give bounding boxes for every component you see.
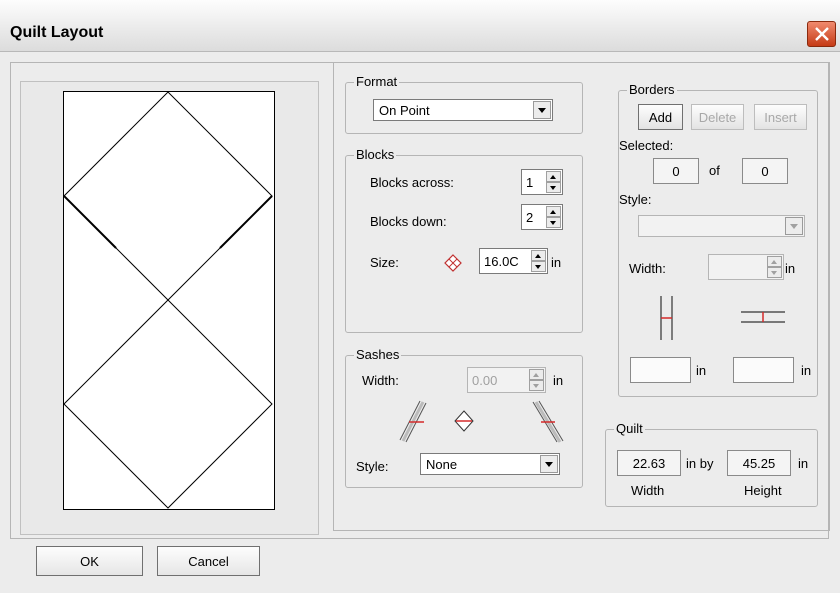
spin-down-icon[interactable] (546, 182, 561, 193)
quilt-width-caption: Width (631, 483, 665, 498)
cancel-button[interactable]: Cancel (157, 546, 260, 576)
sash-width-stepper[interactable]: 0.00 (467, 367, 546, 393)
quilt-preview-drawing (64, 92, 273, 509)
block-size-unit: in (551, 255, 562, 270)
border-width-stepper[interactable] (708, 254, 784, 280)
on-point-block-icon (444, 254, 462, 272)
sash-style-value: None (426, 457, 458, 472)
close-button[interactable] (807, 21, 836, 47)
border-selected-label: Selected: (619, 138, 674, 153)
border-selected-value: 0 (653, 158, 699, 184)
blocks-legend: Blocks (354, 147, 397, 162)
format-select[interactable]: On Point (373, 99, 553, 121)
blocks-down-stepper[interactable]: 2 (521, 204, 563, 230)
block-size-value: 16.0C (484, 254, 519, 269)
add-border-button[interactable]: Add (638, 104, 683, 130)
quilt-preview (63, 91, 275, 510)
sash-width-unit: in (553, 373, 564, 388)
spin-up-icon[interactable] (531, 250, 546, 261)
sash-style-select[interactable]: None (420, 453, 560, 475)
blocks-across-stepper[interactable]: 1 (521, 169, 563, 195)
quilt-height-value: 45.25 (727, 450, 791, 476)
sash-center-icon[interactable] (453, 410, 475, 432)
format-group: Format On Point (345, 74, 583, 134)
block-size-stepper[interactable]: 16.0C (479, 248, 548, 274)
sash-width-label: Width: (362, 373, 399, 388)
border-style-label: Style: (619, 192, 652, 207)
window-title: Quilt Layout (10, 24, 104, 41)
quilt-height-unit: in (798, 456, 809, 471)
blocks-across-value: 1 (526, 175, 534, 190)
border-horizontal-icon[interactable] (739, 307, 787, 331)
border-vertical-unit: in (696, 363, 707, 378)
spin-up-icon[interactable] (767, 256, 782, 267)
spin-up-icon[interactable] (529, 369, 544, 380)
border-width-unit: in (785, 261, 796, 276)
spin-up-icon[interactable] (546, 171, 561, 182)
border-vertical-icon[interactable] (656, 294, 678, 342)
ok-button[interactable]: OK (36, 546, 143, 576)
blocks-group: Blocks Blocks across: 1 Blocks down: 2 S… (345, 147, 583, 333)
sash-style-label: Style: (356, 459, 389, 474)
border-style-select[interactable] (638, 215, 805, 237)
chevron-down-icon[interactable] (533, 101, 551, 119)
border-vertical-width-field[interactable] (630, 357, 691, 383)
blocks-down-value: 2 (526, 210, 534, 225)
spin-down-icon[interactable] (546, 217, 561, 228)
borders-group: Borders Add Delete Insert Selected: 0 of… (618, 82, 818, 397)
spin-down-icon[interactable] (531, 261, 546, 272)
block-size-label: Size: (370, 255, 399, 270)
blocks-down-label: Blocks down: (370, 214, 447, 229)
borders-legend: Borders (627, 82, 677, 97)
border-total-value: 0 (742, 158, 788, 184)
quilt-group: Quilt 22.63 in by 45.25 in Width Height (605, 421, 818, 507)
preview-block-2 (64, 299, 273, 509)
chevron-down-icon[interactable] (540, 455, 558, 473)
quilt-height-caption: Height (744, 483, 782, 498)
border-width-label: Width: (629, 261, 666, 276)
sash-width-value: 0.00 (472, 373, 498, 388)
spin-up-icon[interactable] (546, 206, 561, 217)
delete-border-button[interactable]: Delete (691, 104, 744, 130)
quilt-legend: Quilt (614, 421, 645, 436)
border-horizontal-unit: in (801, 363, 812, 378)
chevron-down-icon[interactable] (785, 217, 803, 235)
blocks-across-label: Blocks across: (370, 175, 454, 190)
border-horizontal-width-field[interactable] (733, 357, 794, 383)
border-of-label: of (709, 163, 720, 178)
format-legend: Format (354, 74, 400, 89)
quilt-by-label: in by (686, 456, 714, 471)
format-select-value: On Point (379, 103, 430, 118)
sashes-legend: Sashes (354, 347, 402, 362)
close-icon (815, 27, 829, 41)
sash-right-icon[interactable] (529, 400, 569, 446)
insert-border-button[interactable]: Insert (754, 104, 807, 130)
title-bar: Quilt Layout (0, 0, 840, 52)
spin-down-icon[interactable] (767, 267, 782, 278)
preview-block-1 (64, 92, 273, 301)
sashes-group: Sashes Width: 0.00 in Style: None (345, 347, 583, 488)
quilt-width-value: 22.63 (617, 450, 681, 476)
sash-left-icon[interactable] (396, 400, 430, 444)
spin-down-icon[interactable] (529, 380, 544, 391)
